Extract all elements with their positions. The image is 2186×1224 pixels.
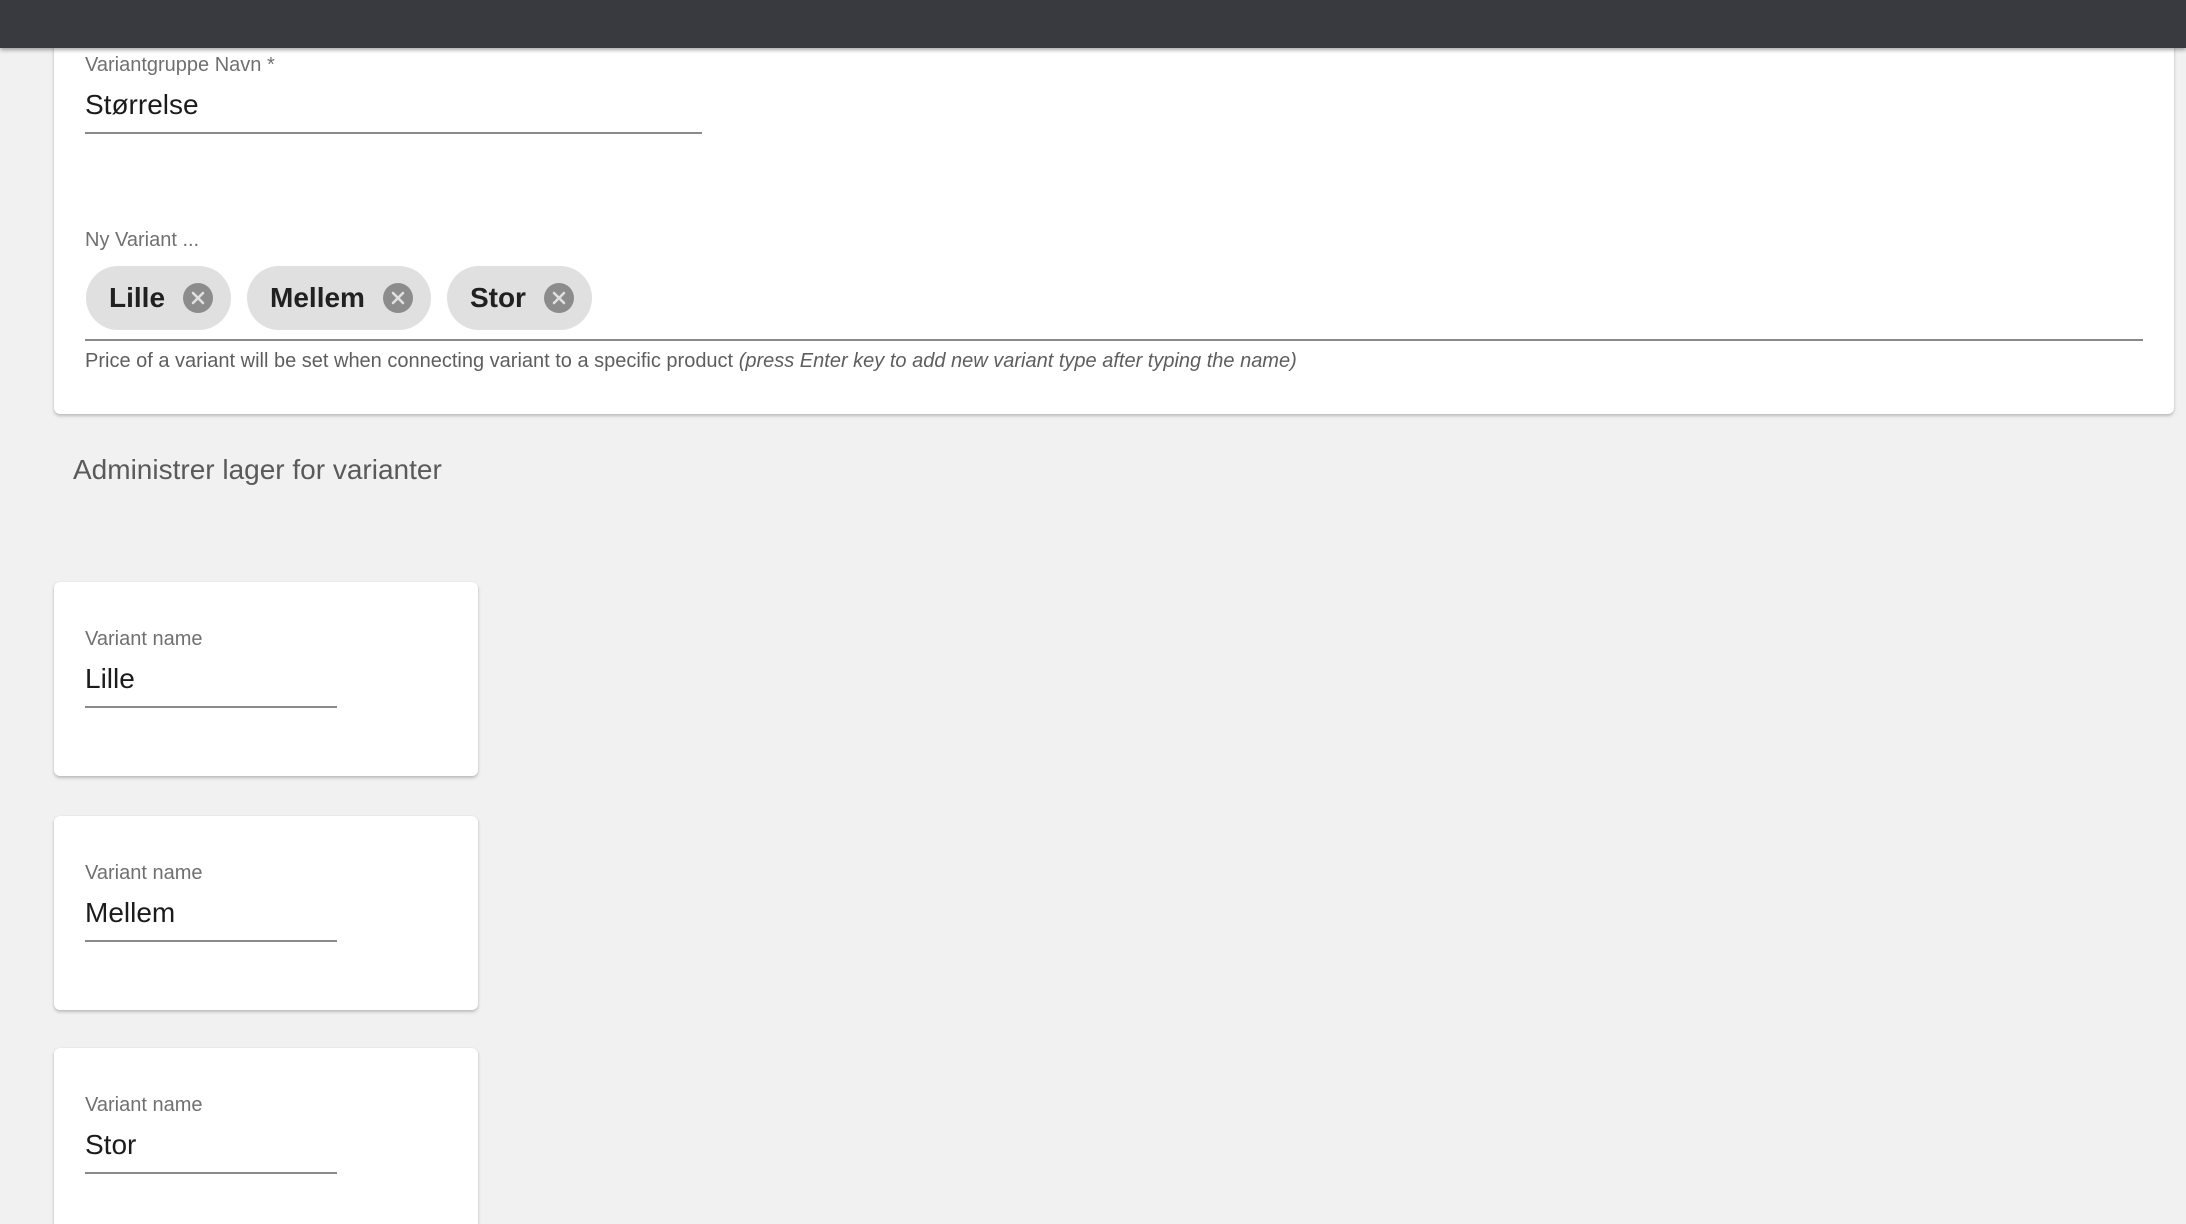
variant-name-underline — [85, 706, 337, 708]
new-variant-underline — [85, 339, 2143, 341]
variant-name-underline — [85, 940, 337, 942]
variant-card: Variant name Mellem — [54, 816, 478, 1010]
variant-chip[interactable]: Lille — [86, 266, 232, 330]
variant-name-input[interactable]: Lille — [85, 663, 135, 695]
variant-chip[interactable]: Stor — [446, 266, 592, 330]
group-name-underline — [85, 132, 702, 134]
variant-card: Variant name Stor — [54, 1048, 478, 1224]
variant-name-input[interactable]: Mellem — [85, 897, 175, 929]
variant-group-card: Variantgruppe Navn * Størrelse Ny Varian… — [54, 30, 2174, 414]
variant-name-input[interactable]: Stor — [85, 1129, 136, 1161]
variant-name-label: Variant name — [85, 628, 203, 650]
hint-italic-text: (press Enter key to add new variant type… — [738, 350, 1297, 372]
hint-text: Price of a variant will be set when conn… — [85, 350, 734, 372]
chip-label: Mellem — [270, 282, 365, 313]
variant-hint-text: Price of a variant will be set when conn… — [85, 350, 1297, 373]
chip-label: Lille — [109, 282, 166, 313]
close-circle-icon[interactable] — [543, 283, 574, 313]
variant-name-label: Variant name — [85, 1094, 203, 1116]
close-circle-icon[interactable] — [382, 283, 413, 313]
variant-name-underline — [85, 1172, 337, 1174]
variant-chip-list: Lille Mellem Stor — [86, 266, 592, 330]
chip-label: Stor — [469, 282, 526, 313]
top-app-bar — [0, 0, 2186, 48]
close-circle-icon[interactable] — [183, 283, 214, 313]
group-name-label: Variantgruppe Navn * — [85, 54, 275, 76]
variant-chip[interactable]: Mellem — [247, 266, 431, 330]
variant-card: Variant name Lille — [54, 582, 478, 776]
new-variant-label: Ny Variant ... — [85, 229, 200, 251]
group-name-input[interactable]: Størrelse — [85, 89, 199, 121]
variant-name-label: Variant name — [85, 862, 203, 884]
inventory-section-title: Administrer lager for varianter — [73, 454, 442, 485]
